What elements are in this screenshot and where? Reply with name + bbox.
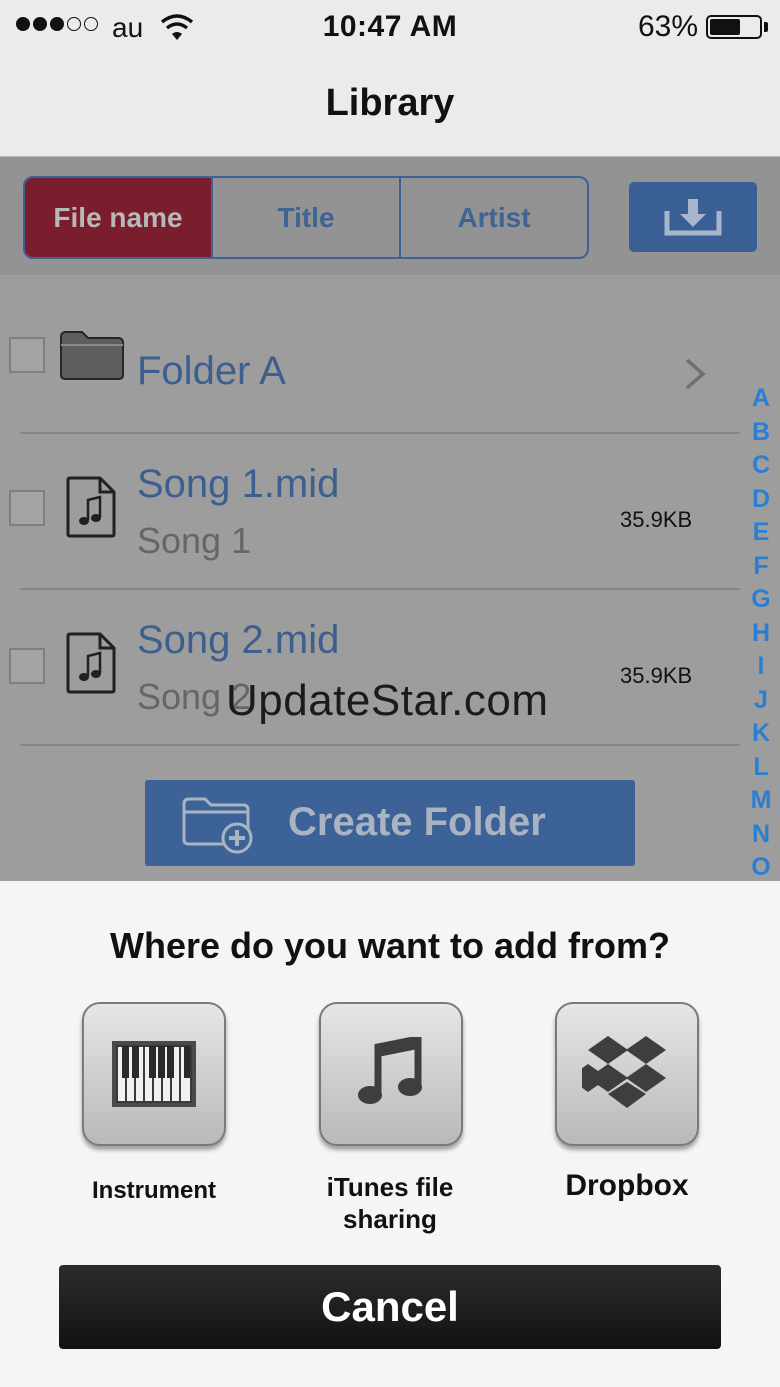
index-letter[interactable]: M — [741, 784, 780, 818]
song-checkbox[interactable] — [9, 490, 45, 526]
dropbox-label: Dropbox — [565, 1169, 689, 1202]
song-title: Song 1 — [137, 520, 252, 561]
song-row[interactable]: Song 1.mid Song 1 35.9KB — [0, 434, 740, 588]
index-letter[interactable]: E — [741, 516, 780, 550]
folder-add-icon — [182, 797, 253, 854]
row-divider — [20, 744, 740, 746]
song-size: 35.9KB — [620, 507, 693, 532]
index-letter[interactable]: L — [741, 751, 780, 785]
itunes-file-sharing-button[interactable] — [319, 1002, 463, 1146]
tab-title[interactable]: Title — [213, 178, 401, 257]
instrument-label: Instrument — [91, 1177, 216, 1204]
chevron-right-icon — [683, 357, 707, 401]
tab-file-name[interactable]: File name — [25, 178, 213, 257]
song-file-name: Song 1.mid — [137, 462, 340, 506]
music-file-icon — [66, 632, 116, 694]
library-content: File name Title Artist Folder A Song 1.m… — [0, 157, 780, 881]
folder-row[interactable]: Folder A — [0, 275, 740, 433]
index-letter[interactable]: F — [741, 550, 780, 584]
download-tray-icon — [664, 199, 722, 236]
navigation-bar: Library — [0, 56, 780, 157]
cancel-label: Cancel — [321, 1283, 459, 1330]
index-letter[interactable]: J — [741, 684, 780, 718]
index-letter[interactable]: N — [741, 818, 780, 852]
alphabet-index[interactable]: ABCDEFGHIJKLMNO — [741, 382, 780, 885]
index-letter[interactable]: K — [741, 717, 780, 751]
index-letter[interactable]: H — [741, 617, 780, 651]
create-folder-button[interactable]: Create Folder — [145, 780, 635, 866]
add-source-sheet: Where do you want to add from? Instrumen… — [0, 881, 780, 1387]
piano-keyboard-icon — [112, 1041, 196, 1107]
index-letter[interactable]: A — [741, 382, 780, 416]
create-folder-label: Create Folder — [288, 800, 546, 844]
dropbox-button[interactable] — [555, 1002, 699, 1146]
battery-percent: 63% — [637, 10, 698, 43]
sheet-title: Where do you want to add from? — [110, 925, 670, 966]
battery-nub — [764, 22, 768, 32]
folder-icon — [60, 331, 124, 380]
instrument-button[interactable] — [82, 1002, 226, 1146]
music-file-icon — [66, 476, 116, 538]
download-button[interactable] — [629, 182, 757, 252]
page-title: Library — [325, 82, 455, 124]
index-letter[interactable]: I — [741, 650, 780, 684]
song-file-name: Song 2.mid — [137, 618, 340, 662]
cancel-button[interactable]: Cancel — [59, 1265, 721, 1349]
battery-fill — [710, 19, 740, 35]
index-letter[interactable]: O — [741, 851, 780, 885]
status-bar: au 10:47 AM 63% — [0, 0, 780, 56]
battery-icon — [706, 15, 762, 39]
index-letter[interactable]: B — [741, 416, 780, 450]
song-size: 35.9KB — [620, 663, 693, 688]
song-checkbox[interactable] — [9, 648, 45, 684]
dropbox-icon — [582, 1036, 666, 1108]
index-letter[interactable]: G — [741, 583, 780, 617]
sort-segmented-control: File name Title Artist — [23, 176, 589, 259]
index-letter[interactable]: C — [741, 449, 780, 483]
folder-name: Folder A — [137, 349, 286, 393]
tab-artist[interactable]: Artist — [401, 178, 587, 257]
index-letter[interactable]: D — [741, 483, 780, 517]
itunes-file-sharing-label: iTunes file sharing — [326, 1172, 454, 1234]
folder-checkbox[interactable] — [9, 337, 45, 373]
sort-toolbar: File name Title Artist — [0, 157, 780, 275]
music-note-icon — [358, 1037, 422, 1104]
watermark-text: UpdateStar.com — [226, 676, 549, 725]
